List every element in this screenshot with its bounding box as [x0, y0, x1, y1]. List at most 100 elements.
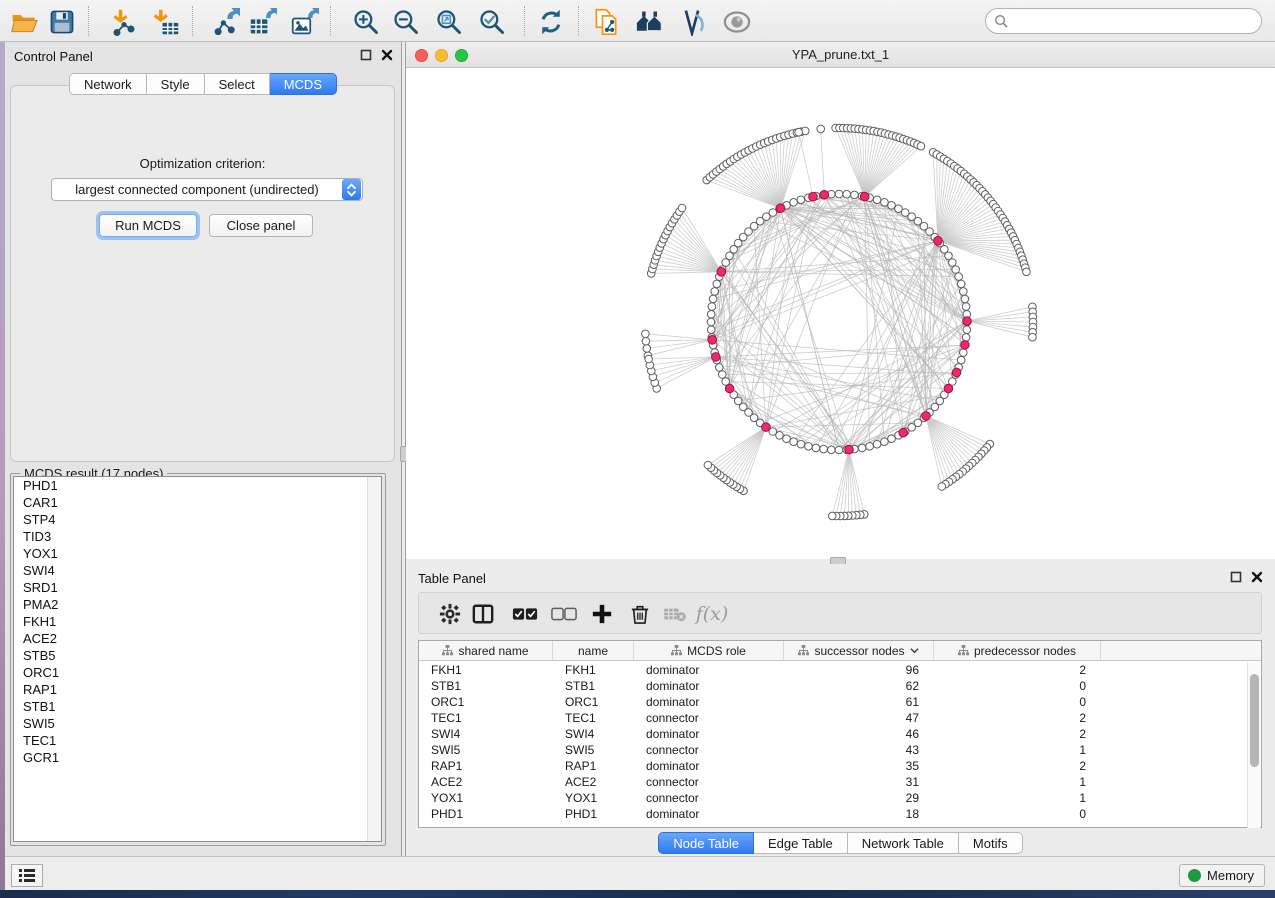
tab-motifs[interactable]: Motifs	[959, 832, 1023, 854]
mcds-result-item[interactable]: TID3	[14, 528, 381, 545]
mcds-node[interactable]	[963, 317, 972, 326]
leaf-node[interactable]	[817, 125, 825, 133]
network-canvas[interactable]	[406, 68, 1275, 559]
ring-node[interactable]	[783, 435, 791, 443]
close-table-panel-icon[interactable]	[1251, 571, 1263, 583]
table-row[interactable]: PHD1PHD1dominator180	[419, 806, 1261, 822]
table-row[interactable]: SWI5SWI5connector431	[419, 742, 1261, 758]
tab-node-table[interactable]: Node Table	[658, 832, 754, 854]
table-scrollbar-thumb[interactable]	[1250, 674, 1259, 767]
table-row[interactable]: YOX1YOX1connector291	[419, 790, 1261, 806]
mcds-node[interactable]	[725, 384, 734, 393]
tab-network[interactable]: Network	[69, 73, 147, 95]
mcds-result-item[interactable]: STP4	[14, 511, 381, 528]
mcds-result-item[interactable]: GCR1	[14, 749, 381, 766]
run-mcds-button[interactable]: Run MCDS	[99, 214, 197, 237]
ring-node[interactable]	[963, 326, 971, 334]
zoom-in-icon[interactable]	[351, 7, 381, 37]
network-window-titlebar[interactable]: YPA_prune.txt_1	[406, 42, 1275, 68]
table-row[interactable]: TEC1TEC1connector472	[419, 710, 1261, 726]
ring-node[interactable]	[707, 318, 715, 326]
first-neighbors-icon[interactable]	[635, 7, 665, 37]
ring-node[interactable]	[790, 199, 798, 207]
ring-node[interactable]	[851, 191, 859, 199]
ring-node[interactable]	[716, 364, 724, 372]
ring-node[interactable]	[797, 196, 805, 204]
mcds-result-item[interactable]: SWI4	[14, 562, 381, 579]
ring-node[interactable]	[797, 440, 805, 448]
ring-node[interactable]	[949, 259, 957, 267]
mcds-node[interactable]	[845, 445, 854, 454]
leaf-node[interactable]	[642, 330, 650, 338]
column-header-shared-name[interactable]: shared name	[419, 641, 553, 660]
ring-node[interactable]	[711, 288, 719, 296]
delete-column-icon[interactable]	[627, 601, 653, 627]
column-header-successor-nodes[interactable]: successor nodes	[784, 641, 934, 660]
node-table[interactable]: shared namenameMCDS rolesuccessor nodesp…	[418, 640, 1262, 828]
graphics-details-icon[interactable]	[677, 7, 707, 37]
mcds-node[interactable]	[717, 268, 726, 277]
birds-eye-icon[interactable]	[722, 7, 752, 37]
zoom-fit-icon[interactable]	[434, 7, 464, 37]
ring-node[interactable]	[820, 445, 828, 453]
ring-node[interactable]	[888, 202, 896, 210]
export-image-icon[interactable]	[290, 7, 320, 37]
table-row[interactable]: RAP1RAP1dominator352	[419, 758, 1261, 774]
refresh-icon[interactable]	[536, 7, 566, 37]
deselect-all-icon[interactable]	[551, 601, 577, 627]
criterion-dropdown[interactable]: largest connected component (undirected)	[51, 178, 363, 201]
open-file-icon[interactable]	[9, 7, 39, 37]
ring-node[interactable]	[960, 288, 968, 296]
mcds-result-item[interactable]: PHD1	[14, 477, 381, 494]
memory-button[interactable]: Memory	[1179, 864, 1265, 887]
mcds-node[interactable]	[944, 384, 953, 393]
leaf-node[interactable]	[828, 512, 836, 520]
mcds-result-item[interactable]: SWI5	[14, 715, 381, 732]
ring-node[interactable]	[952, 266, 960, 274]
tab-edge-table[interactable]: Edge Table	[754, 832, 848, 854]
ring-node[interactable]	[873, 440, 881, 448]
clone-network-icon[interactable]	[591, 7, 621, 37]
ring-node[interactable]	[713, 280, 721, 288]
mcds-node[interactable]	[952, 368, 961, 377]
ring-node[interactable]	[957, 280, 965, 288]
mcds-result-item[interactable]: ORC1	[14, 664, 381, 681]
mcds-node[interactable]	[860, 192, 869, 201]
leaf-node[interactable]	[704, 461, 712, 469]
mcds-result-item[interactable]: RAP1	[14, 681, 381, 698]
leaf-node[interactable]	[642, 337, 650, 345]
mcds-result-item[interactable]: STB1	[14, 698, 381, 715]
float-table-panel-icon[interactable]	[1230, 571, 1242, 583]
leaf-node[interactable]	[917, 142, 925, 150]
column-header-predecessor-nodes[interactable]: predecessor nodes	[934, 641, 1101, 660]
leaf-node[interactable]	[678, 204, 686, 212]
task-history-button[interactable]	[11, 864, 43, 887]
close-panel-button[interactable]: Close panel	[209, 214, 313, 237]
import-table-icon[interactable]	[151, 7, 181, 37]
export-table-icon[interactable]	[248, 7, 278, 37]
ring-node[interactable]	[790, 438, 798, 446]
ring-node[interactable]	[960, 349, 968, 357]
export-network-icon[interactable]	[211, 7, 241, 37]
ring-node[interactable]	[881, 438, 889, 446]
mcds-node[interactable]	[934, 237, 943, 246]
search-input[interactable]	[1009, 14, 1261, 29]
mcds-result-item[interactable]: ACE2	[14, 630, 381, 647]
tab-select[interactable]: Select	[205, 73, 270, 95]
ring-node[interactable]	[707, 311, 715, 319]
mcds-result-item[interactable]: PMA2	[14, 596, 381, 613]
table-scrollbar[interactable]	[1247, 662, 1260, 828]
ring-node[interactable]	[881, 199, 889, 207]
mcds-result-list[interactable]: PHD1CAR1STP4TID3YOX1SWI4SRD1PMA2FKH1ACE2…	[13, 476, 382, 842]
leaf-node[interactable]	[643, 345, 651, 353]
mcds-result-item[interactable]: CAR1	[14, 494, 381, 511]
table-row[interactable]: ACE2ACE2connector311	[419, 774, 1261, 790]
ring-node[interactable]	[835, 190, 843, 198]
mcds-result-item[interactable]: SRD1	[14, 579, 381, 596]
zoom-out-icon[interactable]	[391, 7, 421, 37]
table-row[interactable]: ORC1ORC1dominator610	[419, 694, 1261, 710]
search-box[interactable]	[985, 8, 1262, 34]
ring-node[interactable]	[962, 303, 970, 311]
table-row[interactable]: SWI4SWI4dominator462	[419, 726, 1261, 742]
mcds-result-item[interactable]: FKH1	[14, 613, 381, 630]
